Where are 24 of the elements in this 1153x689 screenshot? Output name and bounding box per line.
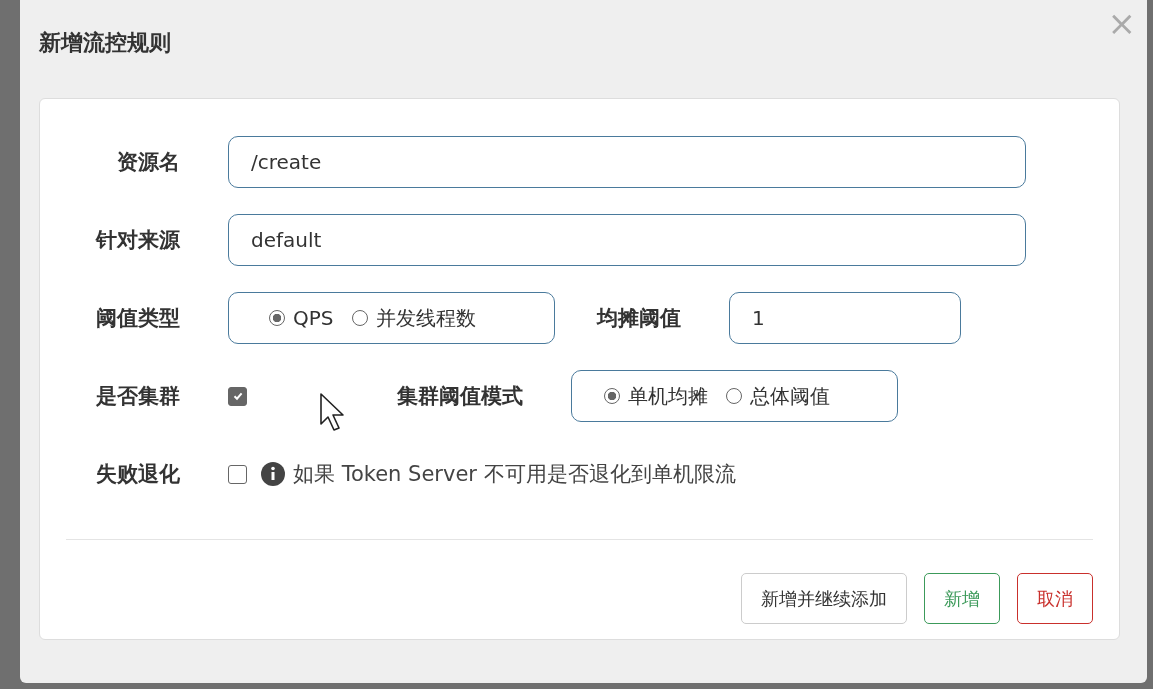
radio-option[interactable]: QPS xyxy=(269,306,334,330)
field-label: 是否集群 xyxy=(95,383,180,410)
checkmark-icon xyxy=(231,390,244,402)
info-icon xyxy=(261,462,285,486)
pointer-cursor-icon xyxy=(319,392,347,434)
dialog-button[interactable]: 新增并继续添加 xyxy=(741,573,907,624)
field-label: 失败退化 xyxy=(95,461,180,488)
text-input[interactable]: /create xyxy=(228,136,1026,188)
dialog-title: 新增流控规则 xyxy=(39,29,171,57)
radio-option[interactable]: 总体阈值 xyxy=(726,382,830,410)
dialog-button[interactable]: 新增 xyxy=(924,573,1000,624)
number-input[interactable]: 1 xyxy=(729,292,961,344)
field-label: 阈值类型 xyxy=(95,305,180,332)
dialog-button[interactable]: 取消 xyxy=(1017,573,1093,624)
field-label: 均摊阈值 xyxy=(595,305,681,332)
radio-option[interactable]: 单机均摊 xyxy=(604,382,708,410)
radio-option[interactable]: 并发线程数 xyxy=(351,304,476,332)
text-input[interactable]: default xyxy=(228,214,1026,266)
field-label: 集群阈值模式 xyxy=(396,383,523,410)
checkbox[interactable] xyxy=(228,464,247,484)
hint-text: 如果 Token Server 不可用是否退化到单机限流 xyxy=(293,461,736,488)
checkbox[interactable] xyxy=(228,386,247,406)
field-label: 资源名 xyxy=(116,149,180,176)
field-label: 针对来源 xyxy=(94,227,180,254)
